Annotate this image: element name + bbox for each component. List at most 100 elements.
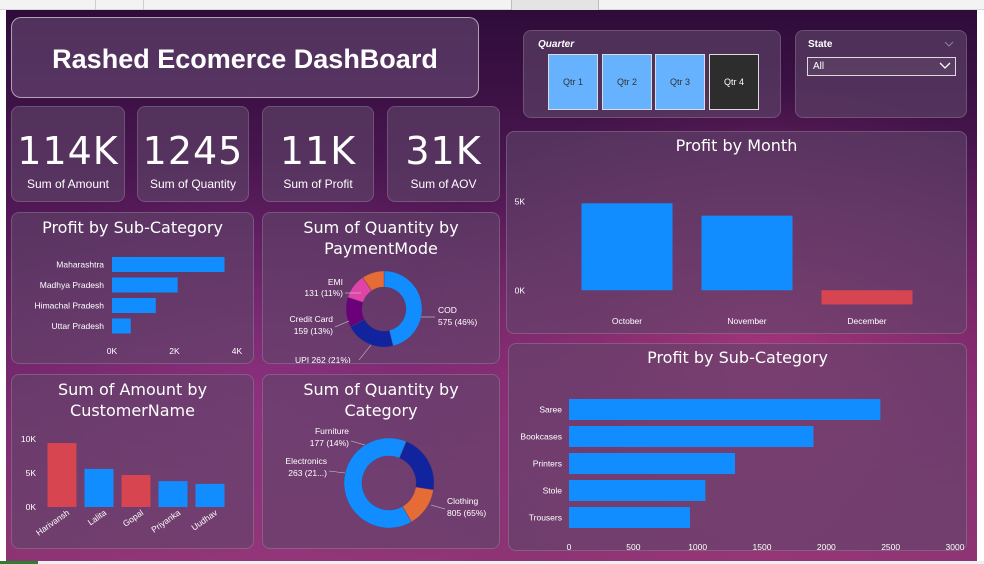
tick-label: 0K [107, 346, 118, 356]
leader-line [334, 320, 350, 328]
bar [195, 483, 225, 507]
tick-label: 4K [232, 346, 243, 356]
profit-by-month-chart: October November December 5K 0K [515, 197, 913, 326]
bar [821, 290, 913, 305]
state-slicer-title: State [808, 39, 833, 50]
title-card: Rashed Ecomerce DashBoard [11, 17, 479, 98]
donut-slice [399, 441, 435, 491]
category-label: Bookcases [520, 432, 562, 442]
category-label: Uttar Pradesh [52, 321, 105, 331]
bar [569, 480, 706, 501]
tick-label: 2K [169, 346, 180, 356]
chart-card-amount-by-customer: Sum of Amount by CustomerName Harivansh L… [11, 374, 254, 549]
category-label: Madhya Pradesh [40, 280, 105, 290]
tick-label: 2000 [817, 542, 836, 550]
category-label: Gopal [121, 507, 145, 528]
category-label: December [847, 316, 886, 326]
tick-label: 0 [567, 542, 572, 550]
data-label: 177 (14%) [310, 438, 349, 448]
chart-title: Sum of Amount by CustomerName [57, 380, 208, 420]
top-bar-divider [95, 0, 96, 10]
chart-card-profit-by-month: Profit by Month October November December 5… [506, 131, 967, 334]
profit-by-product-chart: Saree Bookcases Printers Stole Trousers 0 500 1… [520, 399, 965, 550]
kpi-value: 1245 [142, 129, 244, 173]
data-label: EMI [328, 277, 343, 287]
data-label: 159 (13%) [294, 326, 333, 336]
chart-title: Profit by Sub-Category [647, 348, 828, 367]
tick-label: 0K [26, 502, 37, 512]
chart-title: Sum of Quantity by Category [303, 380, 459, 420]
tick-label: 5K [26, 468, 37, 478]
state-dropdown-value: All [813, 61, 825, 72]
quarter-option-q4[interactable]: Qtr 4 [709, 54, 759, 110]
kpi-label: Sum of Quantity [149, 177, 237, 191]
top-bar-divider [143, 0, 144, 10]
category-label: Harivansh [34, 507, 71, 537]
data-label: 131 (11%) [304, 288, 343, 298]
quarter-slicer-title: Quarter [538, 39, 575, 50]
bar [47, 443, 77, 507]
category-label: Trousers [529, 513, 562, 523]
quantity-by-paymentmode-chart: EMI131 (11%) Credit Card 159 (13%) COD 575 (… [290, 270, 477, 363]
kpi-card-aov: 31K Sum of AOV [387, 106, 500, 202]
dashboard-title: Rashed Ecomerce DashBoard [52, 44, 438, 74]
bar [158, 481, 188, 507]
chart-card-profit-by-product: Profit by Sub-Category Saree Bookcases Pri… [508, 343, 967, 551]
data-label: Credit Card [290, 314, 334, 324]
kpi-card-amount: 114K Sum of Amount [11, 106, 125, 202]
tick-label: 3000 [946, 542, 965, 550]
category-label: Priyanka [149, 507, 182, 534]
tick-label: 1000 [688, 542, 707, 550]
kpi-label: Sum of AOV [410, 177, 477, 191]
category-label: Himachal Pradesh [35, 301, 105, 311]
dashboard-canvas: Rashed Ecomerce DashBoard Quarter Qtr 1 … [6, 10, 977, 561]
bar [84, 468, 114, 507]
top-bar-tab[interactable] [511, 0, 599, 10]
kpi-label: Sum of Amount [26, 177, 110, 191]
kpi-card-quantity: 1245 Sum of Quantity [137, 106, 249, 202]
quarter-slicer: Quarter Qtr 1 Qtr 2 Qtr 3 Qtr 4 [523, 30, 781, 118]
quarter-option-q2[interactable]: Qtr 2 [602, 54, 652, 110]
tick-label: 500 [626, 542, 640, 550]
data-label: 805 (65%) [447, 508, 486, 518]
bar [112, 298, 156, 313]
kpi-value: 31K [405, 129, 482, 173]
leader-line [358, 344, 372, 361]
kpi-value: 11K [279, 129, 357, 173]
bar [112, 257, 225, 272]
category-label: Uudhav [189, 507, 219, 532]
tick-label: 10K [21, 434, 36, 444]
amount-by-customer-chart: Harivansh Lalita Gopal Priyanka Uudhav 10K 5K 0… [21, 434, 225, 538]
chevron-down-icon [939, 62, 951, 69]
state-slicer: State All [795, 30, 967, 118]
data-label: COD [438, 305, 457, 315]
tick-label: 2500 [881, 542, 900, 550]
state-dropdown[interactable]: All [807, 57, 956, 76]
tick-label: 5K [515, 197, 526, 207]
category-label: Printers [533, 459, 562, 469]
quarter-option-q1[interactable]: Qtr 1 [548, 54, 598, 110]
chart-title: Profit by Month [675, 136, 798, 155]
chart-card-profit-by-state: Profit by Sub-Category Maharashtra Madhya… [11, 212, 254, 364]
bar [581, 203, 673, 291]
bar [569, 453, 735, 474]
category-label: Lalita [86, 507, 109, 527]
data-label: 575 (46%) [438, 317, 477, 327]
kpi-label: Sum of Profit [283, 177, 353, 191]
bar [121, 475, 151, 507]
tick-label: 0K [515, 285, 526, 295]
data-label: Clothing [447, 496, 478, 506]
chart-title: Profit by Sub-Category [42, 218, 223, 237]
quarter-option-q3[interactable]: Qtr 3 [655, 54, 705, 110]
chart-card-quantity-by-category: Sum of Quantity by Category Furniture 177… [262, 374, 500, 549]
bar [112, 277, 178, 293]
data-label: 263 (21...) [288, 468, 327, 478]
chart-card-quantity-by-paymentmode: Sum of Quantity by PaymentMode EMI 131 (1… [262, 212, 500, 364]
data-label: Electronics [285, 456, 327, 466]
kpi-value: 114K [17, 129, 119, 173]
kpi-card-profit: 11K Sum of Profit [262, 106, 374, 202]
category-label: Stole [543, 486, 563, 496]
quantity-by-category-chart: Furniture 177 (14%) Electronics 263 (21...)… [285, 426, 486, 529]
data-label: Furniture [315, 426, 349, 436]
category-label: November [727, 316, 766, 326]
